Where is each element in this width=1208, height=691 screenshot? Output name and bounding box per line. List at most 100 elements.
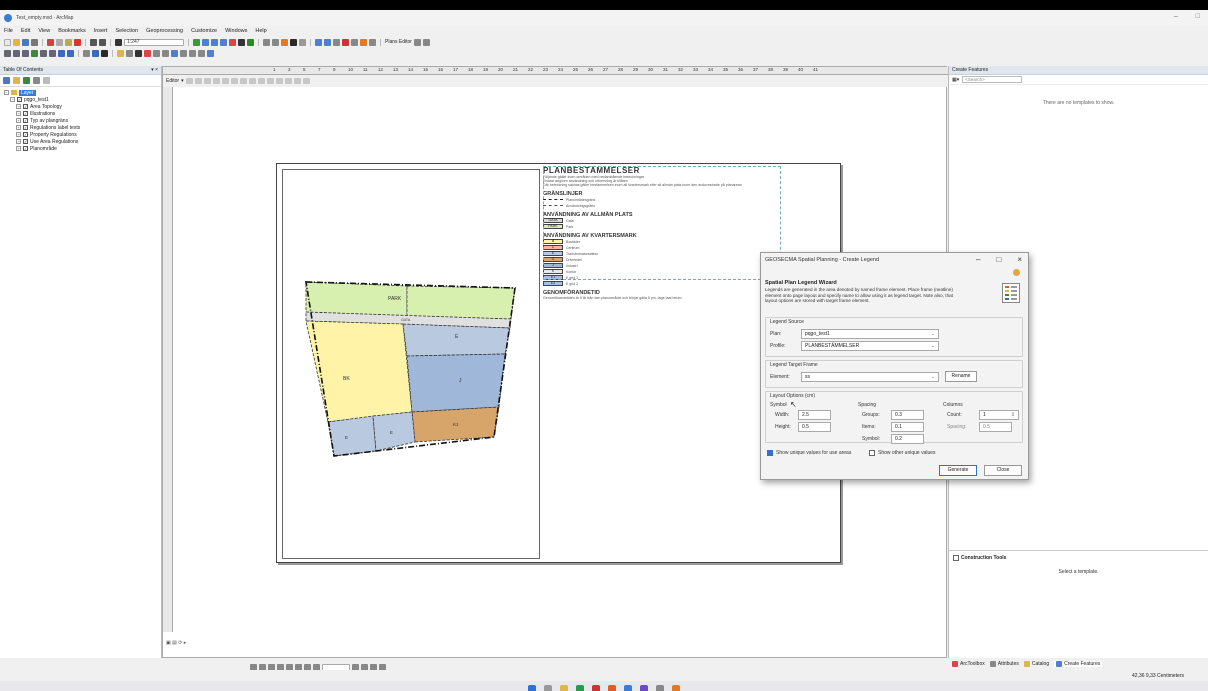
plans-editor-label[interactable]: Plans Editor	[385, 39, 412, 45]
back-extent-icon[interactable]	[58, 49, 65, 57]
element-dropdown[interactable]: ss ⌄	[801, 372, 939, 382]
arcmap-taskbar-icon[interactable]	[608, 685, 616, 691]
tree-layer[interactable]: + ✓ Typ av plangräns	[4, 117, 161, 124]
tab-attributes[interactable]: Attributes	[989, 661, 1019, 667]
plan-dropdown[interactable]: pqgo_test1 ⌄	[801, 329, 939, 339]
scale-combobox[interactable]: 1:247	[124, 38, 184, 46]
plans-tool-icon[interactable]	[351, 38, 358, 46]
menu-selection[interactable]: Selection	[115, 28, 138, 34]
collapse-icon[interactable]: −	[4, 90, 9, 95]
dialog-close-icon[interactable]: ×	[1017, 255, 1022, 264]
menu-bookmarks[interactable]: Bookmarks	[58, 28, 86, 34]
checkbox-icon[interactable]: ✓	[23, 125, 28, 130]
checkbox-icon[interactable]: ✓	[17, 97, 22, 102]
dialog-maximize-icon[interactable]: □	[996, 255, 1001, 264]
tree-layer[interactable]: + ✓ Use Area Regulations	[4, 138, 161, 145]
paste-icon[interactable]	[65, 38, 72, 46]
count-stepper[interactable]: 1 ⇕	[979, 410, 1019, 420]
list-by-source-icon[interactable]	[13, 77, 20, 84]
items-input[interactable]: 0.1	[891, 422, 924, 432]
menu-help[interactable]: Help	[255, 28, 266, 34]
organize-templates-icon[interactable]: ▦▾	[952, 77, 959, 83]
menu-windows[interactable]: Windows	[225, 28, 247, 34]
checkbox-icon[interactable]: ✓	[23, 139, 28, 144]
tree-layer[interactable]: + ✓ Planområde	[4, 145, 161, 152]
maximize-icon[interactable]: □	[1196, 13, 1200, 20]
checkbox-icon[interactable]: ✓	[23, 118, 28, 123]
tree-root[interactable]: − Layer	[4, 89, 161, 96]
fixed-zoom-out-icon[interactable]	[49, 49, 56, 57]
editor-icon-a[interactable]	[117, 49, 124, 57]
select-elements-icon[interactable]	[83, 49, 90, 57]
create-features-icon[interactable]	[302, 78, 310, 84]
split-icon[interactable]	[266, 78, 274, 84]
editor-icon-f[interactable]	[162, 49, 169, 57]
geosecma-icon[interactable]	[342, 38, 349, 46]
sketch-properties-icon[interactable]	[293, 78, 301, 84]
file-explorer-icon[interactable]	[560, 685, 568, 691]
expand-icon[interactable]: +	[16, 139, 21, 144]
straight-segment-icon[interactable]	[203, 78, 211, 84]
point-icon[interactable]	[230, 78, 238, 84]
measure-icon[interactable]	[299, 38, 306, 46]
clear-selection-icon[interactable]	[272, 38, 279, 46]
editor-icon-c[interactable]	[135, 49, 142, 57]
list-by-drawing-order-icon[interactable]	[3, 77, 10, 84]
generate-button[interactable]: Generate	[939, 465, 977, 476]
editor-icon-h[interactable]	[180, 49, 187, 57]
python-icon[interactable]	[238, 38, 245, 46]
minimize-icon[interactable]: –	[1174, 13, 1178, 20]
fixed-zoom-in-icon[interactable]	[40, 49, 47, 57]
menu-edit[interactable]: Edit	[21, 28, 30, 34]
groups-input[interactable]: 0.3	[891, 410, 924, 420]
plans-editor-dropdown-icon[interactable]	[413, 38, 421, 46]
identify-2-icon[interactable]	[92, 49, 99, 57]
zoom-out-icon[interactable]	[13, 49, 20, 57]
expand-icon[interactable]: +	[16, 111, 21, 116]
checkbox-icon[interactable]: ✓	[23, 111, 28, 116]
expand-icon[interactable]: +	[16, 132, 21, 137]
cut-polygons-icon[interactable]	[257, 78, 265, 84]
save-icon[interactable]	[22, 38, 29, 46]
menu-customize[interactable]: Customize	[191, 28, 217, 34]
editor-icon-d[interactable]	[144, 49, 151, 57]
taskbar-app-5-icon[interactable]	[656, 685, 664, 691]
redo-icon[interactable]	[99, 38, 106, 46]
expand-icon[interactable]: +	[16, 118, 21, 123]
unique-values-checkbox[interactable]	[767, 450, 773, 456]
rotate-icon[interactable]	[275, 78, 283, 84]
full-extent-icon[interactable]	[31, 49, 38, 57]
reshape-icon[interactable]	[248, 78, 256, 84]
catalog-icon[interactable]	[211, 38, 218, 46]
topology-icon[interactable]	[315, 38, 322, 46]
tree-layer[interactable]: + ✓ Area Topology	[4, 103, 161, 110]
identify-icon[interactable]	[281, 38, 288, 46]
taskbar-app-icon[interactable]	[576, 685, 584, 691]
hyperlink-icon[interactable]	[101, 49, 108, 57]
editor-icon-g[interactable]	[171, 49, 178, 57]
trace-icon[interactable]	[221, 78, 229, 84]
menu-geoprocessing[interactable]: Geoprocessing	[146, 28, 183, 34]
list-by-selection-icon[interactable]	[33, 77, 40, 84]
model-builder-icon[interactable]	[247, 38, 254, 46]
undo-icon[interactable]	[90, 38, 97, 46]
other-values-checkbox[interactable]	[869, 450, 875, 456]
validate-icon[interactable]	[324, 38, 331, 46]
taskbar-app-6-icon[interactable]	[672, 685, 680, 691]
taskbar-app-3-icon[interactable]	[624, 685, 632, 691]
edit-vertices-icon[interactable]	[239, 78, 247, 84]
layout-page[interactable]: PARK GATA BK E J K1 E E PLANBESTÄMMELSER…	[276, 163, 841, 563]
arctoolbox-icon[interactable]	[229, 38, 236, 46]
tree-layer[interactable]: + ✓ Regulations label texts	[4, 124, 161, 131]
forward-extent-icon[interactable]	[67, 49, 74, 57]
height-input[interactable]: 0.5	[798, 422, 831, 432]
checkbox-icon[interactable]: ✓	[23, 146, 28, 151]
tree-layer[interactable]: + ✓ Illustrations	[4, 110, 161, 117]
table-of-contents-icon[interactable]	[202, 38, 209, 46]
tree-layer[interactable]: + ✓ Property Regulations	[4, 131, 161, 138]
taskbar-app-4-icon[interactable]	[640, 685, 648, 691]
editor-menu[interactable]: Editor	[166, 78, 179, 84]
column-spacing-input[interactable]: 0.5	[979, 422, 1012, 432]
cut-icon[interactable]	[47, 38, 54, 46]
checkbox-icon[interactable]: ✓	[23, 132, 28, 137]
